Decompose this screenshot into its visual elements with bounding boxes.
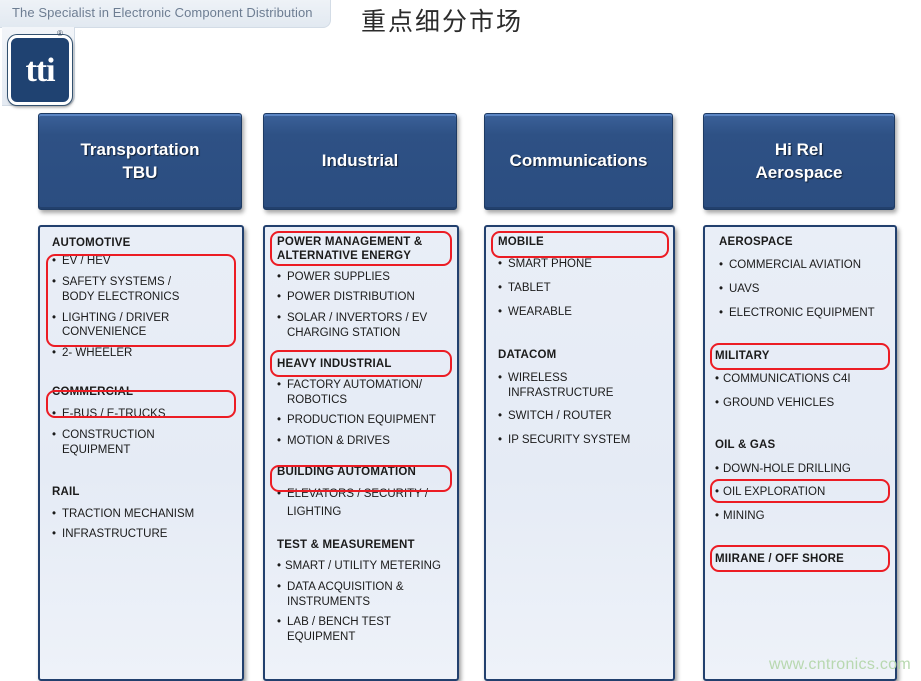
list-item: UAVS bbox=[719, 282, 888, 297]
list-item: SMART / UTILITY METERING bbox=[277, 559, 450, 574]
group-heading-commercial: COMMERCIAL bbox=[52, 385, 134, 398]
column-title: Industrial bbox=[321, 151, 399, 171]
list-item: POWER DISTRIBUTION bbox=[277, 290, 450, 305]
list-item: LIGHTING / DRIVER CONVENIENCE bbox=[52, 311, 235, 340]
company-tagline: The Specialist in Electronic Component D… bbox=[12, 5, 313, 20]
list-item: PRODUCTION EQUIPMENT bbox=[277, 413, 450, 428]
site-watermark: www.cntronics.com bbox=[768, 656, 911, 673]
list-item: IP SECURITY SYSTEM bbox=[498, 433, 666, 448]
list-item: 2- WHEELER bbox=[52, 346, 235, 361]
list-item: OIL EXPLORATION bbox=[715, 485, 888, 500]
list-item: SWITCH / ROUTER bbox=[498, 409, 666, 424]
list-item: POWER SUPPLIES bbox=[277, 270, 450, 285]
list-item: FACTORY AUTOMATION/ ROBOTICS bbox=[277, 378, 450, 407]
registered-trademark-icon: ® bbox=[57, 29, 63, 38]
group-heading-mobile: MOBILE bbox=[498, 236, 544, 248]
list-item: WEARABLE bbox=[498, 305, 666, 320]
column-header-hi-rel-aerospace[interactable]: Hi Rel Aerospace bbox=[703, 113, 895, 210]
column-body-transportation: AUTOMOTIVE EV / HEV SAFETY SYSTEMS / BOD… bbox=[38, 225, 244, 681]
list-item: WIRELESS INFRASTRUCTURE bbox=[498, 371, 666, 400]
list-item: MOTION & DRIVES bbox=[277, 434, 450, 449]
header-band: The Specialist in Electronic Component D… bbox=[0, 0, 331, 28]
column-title: Communications bbox=[509, 151, 648, 171]
list-item: SOLAR / INVERTORS / EV CHARGING STATION bbox=[277, 311, 450, 340]
column-title: Transportation TBU bbox=[80, 140, 200, 182]
column-transportation: Transportation TBU AUTOMOTIVE EV / HEV S… bbox=[38, 113, 244, 681]
column-body-industrial: POWER MANAGEMENT & ALTERNATIVE ENERGY PO… bbox=[263, 225, 459, 681]
list-item: COMMERCIAL AVIATION bbox=[719, 258, 888, 273]
list-item: SMART PHONE bbox=[498, 257, 666, 272]
group-heading-power-management: POWER MANAGEMENT & ALTERNATIVE ENERGY bbox=[277, 236, 423, 263]
list-item: LAB / BENCH TEST EQUIPMENT bbox=[277, 615, 450, 644]
list-item: MINING bbox=[715, 509, 888, 524]
column-header-transportation[interactable]: Transportation TBU bbox=[38, 113, 242, 210]
list-item: ELECTRONIC EQUIPMENT bbox=[719, 306, 888, 321]
column-body-communications: MOBILE SMART PHONE TABLET WEARABLE DATAC… bbox=[484, 225, 675, 681]
list-item: GROUND VEHICLES bbox=[715, 396, 888, 411]
column-industrial: Industrial POWER MANAGEMENT & ALTERNATIV… bbox=[263, 113, 459, 681]
group-heading-test-measurement: TEST & MEASUREMENT bbox=[277, 538, 415, 551]
list-item: INFRASTRUCTURE bbox=[52, 527, 235, 542]
list-item: DOWN-HOLE DRILLING bbox=[715, 462, 888, 477]
list-item: TRACTION MECHANISM bbox=[52, 507, 235, 522]
group-heading-aerospace: AEROSPACE bbox=[719, 236, 793, 248]
column-title: Hi Rel Aerospace bbox=[755, 140, 843, 182]
column-communications: Communications MOBILE SMART PHONE TABLET… bbox=[484, 113, 675, 681]
list-item: DATA ACQUISITION & INSTRUMENTS bbox=[277, 580, 450, 609]
tti-logo-text: tti bbox=[25, 52, 55, 89]
column-hi-rel-aerospace: Hi Rel Aerospace AEROSPACE COMMERCIAL AV… bbox=[703, 113, 897, 681]
list-item: EV / HEV bbox=[52, 254, 235, 269]
list-item: TABLET bbox=[498, 281, 666, 296]
list-item: ELEVATORS / SECURITY / LIGHTING bbox=[277, 486, 450, 522]
column-header-industrial[interactable]: Industrial bbox=[263, 113, 457, 210]
market-segments-grid: Transportation TBU AUTOMOTIVE EV / HEV S… bbox=[0, 113, 921, 681]
group-heading-automotive: AUTOMOTIVE bbox=[52, 237, 131, 249]
column-header-communications[interactable]: Communications bbox=[484, 113, 673, 210]
list-item: E-BUS / E-TRUCKS bbox=[52, 407, 235, 422]
list-item: SAFETY SYSTEMS / BODY ELECTRONICS bbox=[52, 275, 235, 304]
group-heading-military: MILITARY bbox=[715, 349, 770, 362]
group-heading-building-automation: BUILDING AUTOMATION bbox=[277, 465, 417, 478]
page-title: 重点细分市场 bbox=[361, 7, 524, 36]
group-heading-rail: RAIL bbox=[52, 486, 80, 499]
group-heading-miirane-off-shore: MIIRANE / OFF SHORE bbox=[715, 552, 845, 565]
group-heading-oil-gas: OIL & GAS bbox=[715, 439, 776, 452]
group-heading-datacom: DATACOM bbox=[498, 348, 557, 361]
list-item: COMMUNICATIONS C4I bbox=[715, 372, 888, 387]
column-body-hi-rel-aerospace: AEROSPACE COMMERCIAL AVIATION UAVS ELECT… bbox=[703, 225, 897, 681]
group-heading-heavy-industrial: HEAVY INDUSTRIAL bbox=[277, 357, 392, 370]
tti-logo: tti bbox=[8, 35, 72, 105]
list-item: CONSTRUCTION EQUIPMENT bbox=[52, 428, 235, 457]
